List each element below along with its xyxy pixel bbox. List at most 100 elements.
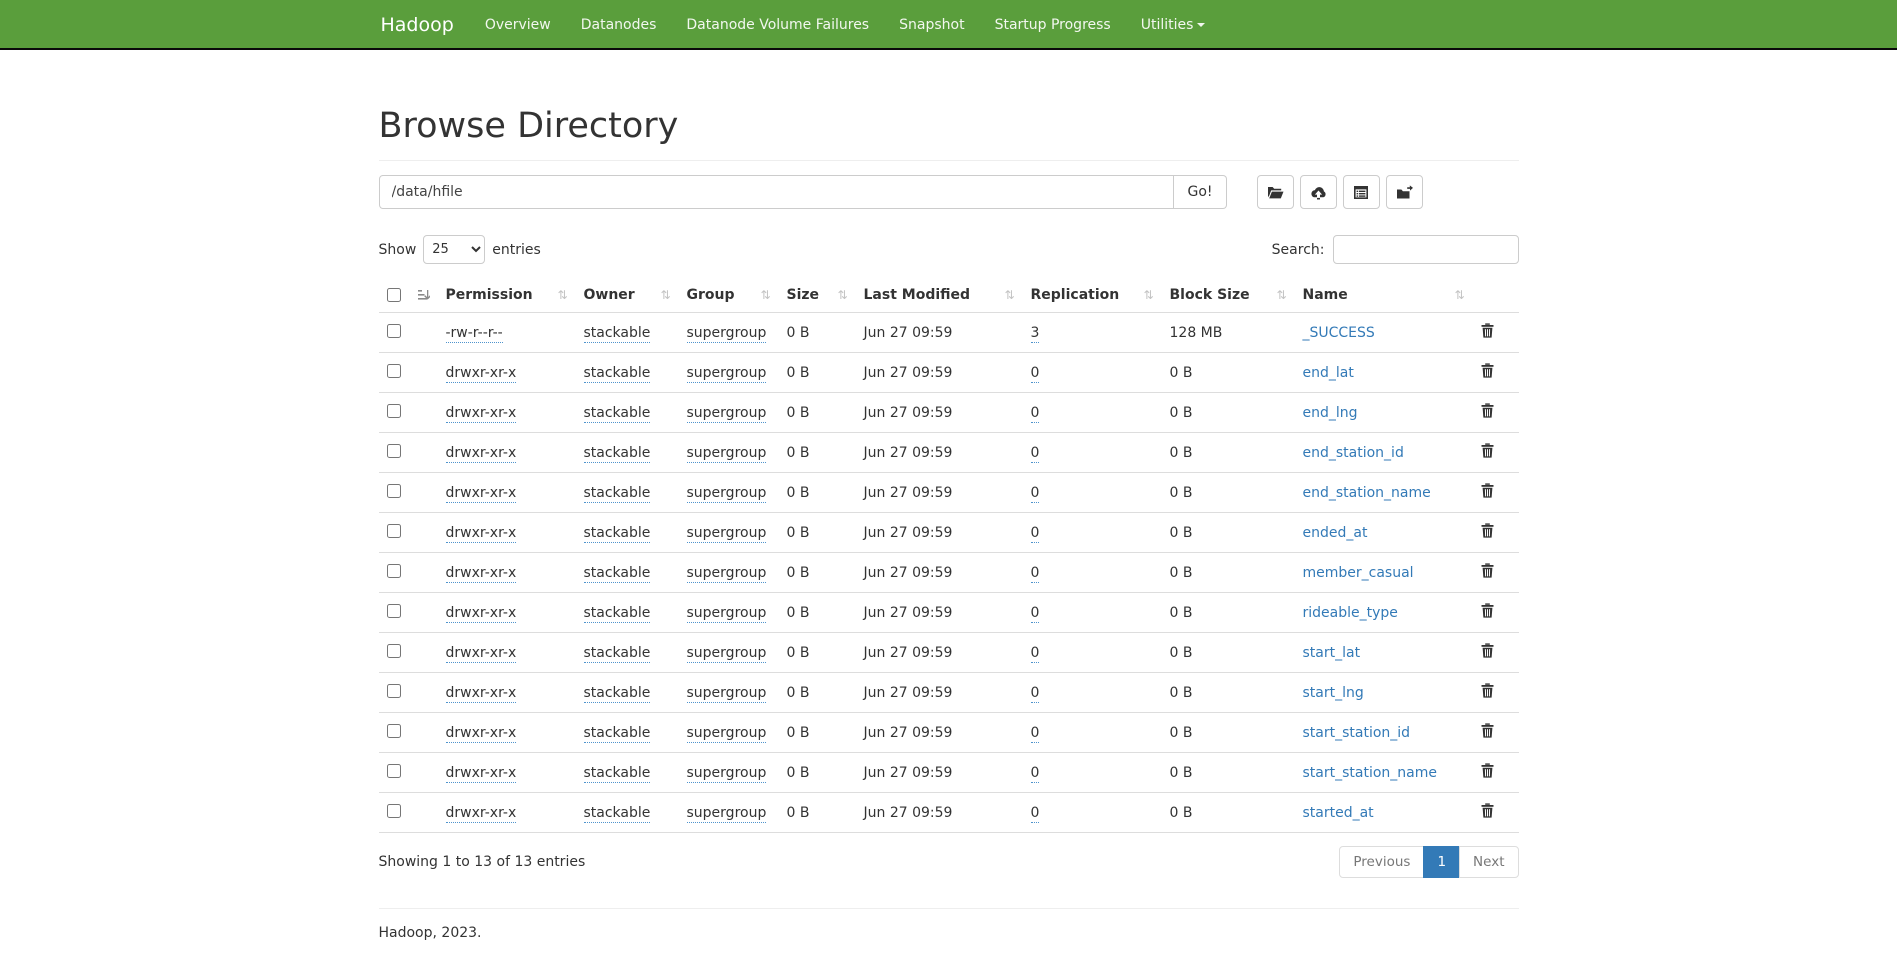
row-checkbox[interactable] xyxy=(387,724,401,738)
file-name-link[interactable]: _SUCCESS xyxy=(1303,325,1375,341)
row-checkbox[interactable] xyxy=(387,404,401,418)
group-value[interactable]: supergroup xyxy=(687,805,767,823)
delete-file-icon[interactable] xyxy=(1481,643,1494,658)
owner-value[interactable]: stackable xyxy=(584,605,651,623)
replication-value[interactable]: 0 xyxy=(1031,685,1040,703)
replication-value[interactable]: 0 xyxy=(1031,485,1040,503)
table-search-input[interactable] xyxy=(1333,235,1519,264)
column-header-block-size[interactable]: Block Size⇅ xyxy=(1162,278,1295,313)
group-value[interactable]: supergroup xyxy=(687,605,767,623)
delete-file-icon[interactable] xyxy=(1481,363,1494,378)
owner-value[interactable]: stackable xyxy=(584,445,651,463)
owner-value[interactable]: stackable xyxy=(584,645,651,663)
delete-file-icon[interactable] xyxy=(1481,443,1494,458)
replication-value[interactable]: 0 xyxy=(1031,525,1040,543)
row-checkbox[interactable] xyxy=(387,604,401,618)
upload-files-button[interactable] xyxy=(1300,175,1337,209)
group-value[interactable]: supergroup xyxy=(687,365,767,383)
owner-value[interactable]: stackable xyxy=(584,765,651,783)
owner-value[interactable]: stackable xyxy=(584,365,651,383)
group-value[interactable]: supergroup xyxy=(687,645,767,663)
file-name-link[interactable]: ended_at xyxy=(1303,525,1368,541)
nav-item-utilities-dropdown[interactable]: Utilities xyxy=(1126,0,1221,50)
replication-value[interactable]: 0 xyxy=(1031,725,1040,743)
permission-value[interactable]: drwxr-xr-x xyxy=(446,365,517,383)
delete-file-icon[interactable] xyxy=(1481,683,1494,698)
create-directory-button[interactable] xyxy=(1257,175,1294,209)
group-value[interactable]: supergroup xyxy=(687,765,767,783)
column-header-permission[interactable]: Permission⇅ xyxy=(438,278,576,313)
row-checkbox[interactable] xyxy=(387,564,401,578)
row-checkbox[interactable] xyxy=(387,644,401,658)
row-checkbox[interactable] xyxy=(387,324,401,338)
group-value[interactable]: supergroup xyxy=(687,525,767,543)
replication-value[interactable]: 0 xyxy=(1031,405,1040,423)
permission-value[interactable]: drwxr-xr-x xyxy=(446,485,517,503)
column-header-last-modified[interactable]: Last Modified⇅ xyxy=(856,278,1023,313)
permission-value[interactable]: drwxr-xr-x xyxy=(446,725,517,743)
file-name-link[interactable]: end_lng xyxy=(1303,405,1358,421)
permission-value[interactable]: drwxr-xr-x xyxy=(446,765,517,783)
row-checkbox[interactable] xyxy=(387,684,401,698)
row-checkbox[interactable] xyxy=(387,444,401,458)
replication-value[interactable]: 0 xyxy=(1031,605,1040,623)
move-paste-button[interactable] xyxy=(1386,175,1423,209)
permission-value[interactable]: drwxr-xr-x xyxy=(446,805,517,823)
delete-file-icon[interactable] xyxy=(1481,403,1494,418)
file-name-link[interactable]: started_at xyxy=(1303,805,1374,821)
entries-count-select[interactable]: 25 xyxy=(423,235,485,264)
delete-file-icon[interactable] xyxy=(1481,483,1494,498)
row-checkbox[interactable] xyxy=(387,764,401,778)
delete-file-icon[interactable] xyxy=(1481,323,1494,338)
replication-value[interactable]: 0 xyxy=(1031,565,1040,583)
column-header-size[interactable]: Size⇅ xyxy=(779,278,856,313)
column-header-name[interactable]: Name⇅ xyxy=(1295,278,1473,313)
group-value[interactable]: supergroup xyxy=(687,405,767,423)
replication-value[interactable]: 0 xyxy=(1031,765,1040,783)
go-button[interactable]: Go! xyxy=(1174,175,1226,209)
replication-value[interactable]: 0 xyxy=(1031,645,1040,663)
permission-value[interactable]: drwxr-xr-x xyxy=(446,445,517,463)
file-name-link[interactable]: start_lat xyxy=(1303,645,1361,661)
permission-value[interactable]: drwxr-xr-x xyxy=(446,685,517,703)
delete-file-icon[interactable] xyxy=(1481,803,1494,818)
nav-item-datanode-volume-failures[interactable]: Datanode Volume Failures xyxy=(671,0,884,50)
column-header-owner[interactable]: Owner⇅ xyxy=(576,278,679,313)
row-checkbox[interactable] xyxy=(387,804,401,818)
group-value[interactable]: supergroup xyxy=(687,685,767,703)
owner-value[interactable]: stackable xyxy=(584,565,651,583)
set-quota-button[interactable] xyxy=(1343,175,1380,209)
file-name-link[interactable]: start_station_id xyxy=(1303,725,1411,741)
permission-value[interactable]: drwxr-xr-x xyxy=(446,405,517,423)
nav-item-startup-progress[interactable]: Startup Progress xyxy=(980,0,1126,50)
delete-file-icon[interactable] xyxy=(1481,563,1494,578)
permission-value[interactable]: drwxr-xr-x xyxy=(446,645,517,663)
permission-value[interactable]: drwxr-xr-x xyxy=(446,605,517,623)
nav-item-snapshot[interactable]: Snapshot xyxy=(884,0,979,50)
pagination-next-button[interactable]: Next xyxy=(1459,846,1518,878)
group-value[interactable]: supergroup xyxy=(687,725,767,743)
delete-file-icon[interactable] xyxy=(1481,763,1494,778)
owner-value[interactable]: stackable xyxy=(584,525,651,543)
nav-item-datanodes[interactable]: Datanodes xyxy=(566,0,672,50)
group-value[interactable]: supergroup xyxy=(687,565,767,583)
owner-value[interactable]: stackable xyxy=(584,725,651,743)
owner-value[interactable]: stackable xyxy=(584,325,651,343)
row-checkbox[interactable] xyxy=(387,484,401,498)
group-value[interactable]: supergroup xyxy=(687,485,767,503)
file-name-link[interactable]: start_lng xyxy=(1303,685,1364,701)
select-all-header[interactable] xyxy=(379,278,438,313)
delete-file-icon[interactable] xyxy=(1481,723,1494,738)
file-name-link[interactable]: start_station_name xyxy=(1303,765,1438,781)
file-name-link[interactable]: end_station_name xyxy=(1303,485,1431,501)
file-name-link[interactable]: end_station_id xyxy=(1303,445,1404,461)
nav-item-overview[interactable]: Overview xyxy=(470,0,566,50)
file-name-link[interactable]: end_lat xyxy=(1303,365,1354,381)
group-value[interactable]: supergroup xyxy=(687,445,767,463)
permission-value[interactable]: drwxr-xr-x xyxy=(446,525,517,543)
owner-value[interactable]: stackable xyxy=(584,685,651,703)
brand-hadoop[interactable]: Hadoop xyxy=(379,14,456,36)
delete-file-icon[interactable] xyxy=(1481,523,1494,538)
owner-value[interactable]: stackable xyxy=(584,405,651,423)
permission-value[interactable]: -rw-r--r-- xyxy=(446,325,503,343)
